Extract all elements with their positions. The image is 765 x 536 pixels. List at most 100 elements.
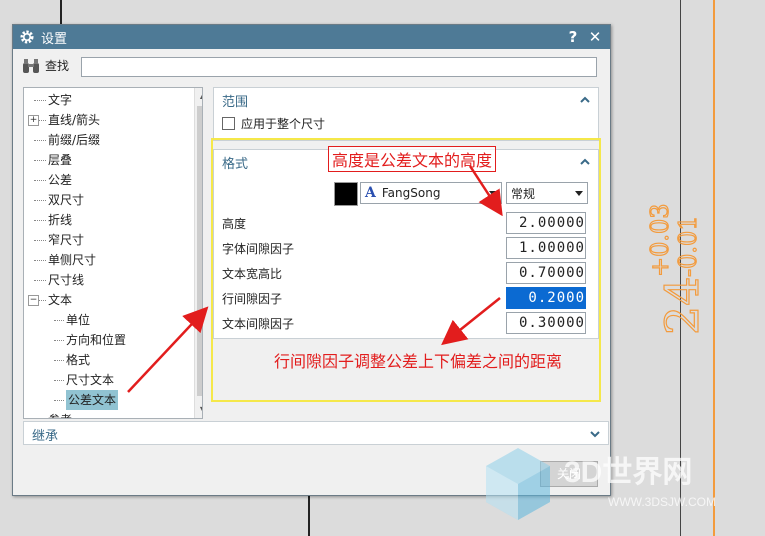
apply-all-checkbox[interactable] [222, 116, 235, 130]
tree-item[interactable]: 双尺寸 [24, 190, 202, 210]
range-panel-title: 范围 [222, 94, 249, 110]
font-style-dropdown[interactable]: 常规 [506, 182, 588, 204]
field-input[interactable]: 0.30000 [506, 312, 586, 334]
dimension-base-text: 24 [655, 276, 709, 335]
tree-item-label: 直线/箭头 [48, 113, 101, 127]
field-label: 文本间隙因子 [222, 317, 295, 331]
dialog-titlebar[interactable]: 设置 ? ✕ [13, 25, 610, 49]
tree-item-label: 公差 [48, 173, 73, 187]
line-gap-annotation: 行间隙因子调整公差上下偏差之间的距离 [274, 352, 563, 371]
tolerance-dimension: 24 +0.03 -0.01 [610, 175, 730, 345]
height-annotation: 高度是公差文本的高度 [328, 146, 497, 172]
field-input[interactable]: 0.2000 [506, 287, 586, 309]
range-panel-header[interactable]: 范围 [214, 88, 598, 112]
search-input[interactable] [81, 57, 597, 77]
scrollbar-thumb[interactable] [197, 106, 202, 396]
help-button[interactable]: ? [564, 28, 582, 46]
text-color-swatch[interactable] [334, 182, 358, 206]
tree-connector [34, 160, 46, 162]
font-name: FangSong [381, 186, 441, 200]
drawing-line [308, 494, 310, 536]
field-input[interactable]: 1.00000 [506, 237, 586, 259]
field-label: 文本宽高比 [222, 267, 283, 281]
range-panel: 范围 应用于整个尺寸 [213, 87, 599, 141]
tree-item-label: 前缀/后缀 [48, 133, 101, 147]
lower-tolerance-text: -0.01 [674, 215, 702, 277]
tree-item[interactable]: 公差 [24, 170, 202, 190]
tree-item[interactable]: 方向和位置 [24, 330, 202, 350]
tree-connector [54, 400, 64, 402]
tree-connector [34, 220, 46, 222]
tree-item[interactable]: 公差文本 [24, 390, 202, 410]
expand-icon[interactable]: + [28, 115, 39, 126]
tree-item[interactable]: + 直线/箭头 [24, 110, 202, 130]
gear-icon [20, 30, 34, 44]
field-input[interactable]: 0.70000 [506, 262, 586, 284]
drawing-line [60, 0, 62, 24]
watermark-logo: 3D世界网 WWW.3DSJW.COM [478, 440, 758, 530]
tree-item[interactable]: 折线 [24, 210, 202, 230]
search-label: 查找 [45, 59, 70, 73]
tree-item[interactable]: 文字 [24, 90, 202, 110]
dropdown-arrow-icon [489, 190, 497, 196]
binoculars-icon [23, 58, 39, 73]
dialog-title: 设置 [41, 31, 68, 47]
field-label: 行间隙因子 [222, 292, 283, 306]
tree-connector [54, 340, 64, 342]
tree-item[interactable]: 前缀/后缀 [24, 130, 202, 150]
font-dropdown[interactable]: A FangSong [360, 182, 502, 204]
apply-all-label: 应用于整个尺寸 [241, 116, 326, 131]
tree-item-label: 双尺寸 [48, 193, 85, 207]
tree-item-label: 参考 [48, 410, 72, 418]
tree-item[interactable]: 尺寸文本 [24, 370, 202, 390]
tree-connector [34, 200, 46, 202]
search-row: 查找 [21, 57, 77, 74]
tree-item[interactable]: 窄尺寸 [24, 230, 202, 250]
tree-item[interactable]: 层叠 [24, 150, 202, 170]
tree-item-label: 单位 [66, 313, 91, 327]
tree-item[interactable]: 尺寸线 [24, 270, 202, 290]
tree-item-label: 文本 [48, 293, 73, 307]
collapse-icon[interactable]: − [28, 295, 39, 306]
tree-item-label: 尺寸线 [48, 273, 85, 287]
font-icon: A [365, 185, 376, 201]
tree-item-label: 窄尺寸 [48, 233, 85, 247]
settings-dialog: 设置 ? ✕ 查找 文字 + 直线/箭头前缀/后缀层叠公差双尺寸折线窄尺寸单侧尺寸尺… [12, 24, 611, 496]
close-window-button[interactable]: ✕ [586, 28, 604, 46]
tree-item[interactable]: 格式 [24, 350, 202, 370]
tree-item[interactable]: 参考 [24, 410, 202, 418]
tree-item-label: 方向和位置 [66, 333, 127, 347]
tree-connector [34, 240, 46, 242]
tree-connector [34, 100, 46, 102]
chevron-up-icon[interactable] [580, 95, 590, 105]
tree-item[interactable]: 单位 [24, 310, 202, 330]
tree-connector [34, 280, 46, 282]
tree-item-label: 层叠 [48, 153, 73, 167]
chevron-down-icon[interactable] [590, 429, 600, 439]
field-label: 字体间隙因子 [222, 242, 295, 256]
field-label: 高度 [222, 217, 247, 231]
tree-item-label: 格式 [66, 353, 91, 367]
tree-scrollbar[interactable]: ▲ ▼ [194, 88, 202, 418]
tree-connector [54, 320, 64, 322]
upper-tolerance-text: +0.03 [646, 203, 674, 277]
tree-connector [34, 140, 46, 142]
field-input[interactable]: 2.00000 [506, 212, 586, 234]
font-style-value: 常规 [511, 186, 536, 201]
tree-item-label: 单侧尺寸 [48, 253, 97, 267]
scroll-up-icon[interactable]: ▲ [195, 88, 202, 104]
tree-connector [54, 380, 64, 382]
tree-connector [34, 260, 46, 262]
scroll-down-icon[interactable]: ▼ [195, 402, 202, 418]
tree-item-label: 文字 [48, 93, 73, 107]
chevron-up-icon[interactable] [580, 157, 590, 167]
tree-item-label: 折线 [48, 213, 73, 227]
tree-item-label: 公差文本 [66, 390, 119, 410]
tree-item[interactable]: 单侧尺寸 [24, 250, 202, 270]
tree-item[interactable]: − 文本 [24, 290, 202, 310]
tree-connector [54, 360, 64, 362]
apply-all-row[interactable]: 应用于整个尺寸 [214, 112, 598, 134]
tree-connector [34, 180, 46, 182]
settings-tree: 文字 + 直线/箭头 前缀/后缀 层叠 公差 双尺寸 折线 窄尺寸 单侧尺寸 尺寸线 − 文本 单位 方向和… [23, 87, 203, 419]
dropdown-arrow-icon [575, 190, 583, 196]
